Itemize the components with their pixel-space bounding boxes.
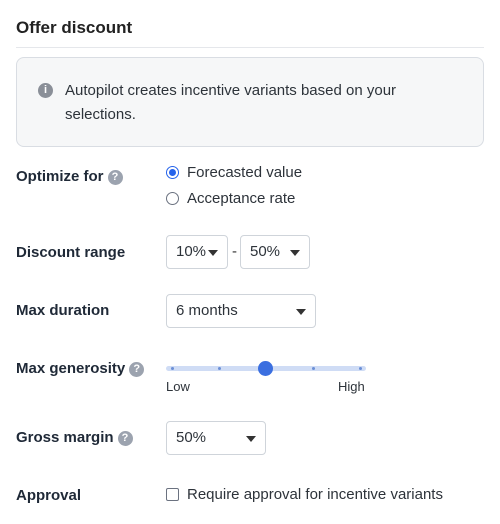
- approval-label: Approval: [16, 487, 82, 504]
- help-icon[interactable]: ?: [129, 362, 145, 377]
- optimize-for-label: Optimize for?: [16, 168, 123, 185]
- info-icon: i: [38, 83, 53, 98]
- require-approval-checkbox[interactable]: Require approval for incentive variants: [166, 486, 443, 503]
- title-divider: [16, 47, 484, 48]
- radio-unchecked-icon[interactable]: [166, 192, 179, 205]
- chevron-down-icon: [290, 250, 300, 256]
- chevron-down-icon: [208, 250, 218, 256]
- chevron-down-icon: [246, 436, 256, 442]
- checkbox-icon[interactable]: [166, 488, 179, 501]
- slider-tick: [312, 367, 315, 370]
- chevron-down-icon: [296, 309, 306, 315]
- slider-tick: [218, 367, 221, 370]
- radio-checked-icon[interactable]: [166, 166, 179, 179]
- slider-high-label: High: [338, 379, 365, 394]
- slider-low-label: Low: [166, 379, 190, 394]
- help-icon[interactable]: ?: [107, 170, 123, 185]
- slider-tick: [171, 367, 174, 370]
- max-duration-select[interactable]: 6 months: [166, 294, 316, 328]
- discount-range-label: Discount range: [16, 244, 126, 261]
- radio-forecasted-value[interactable]: Forecasted value: [166, 164, 302, 181]
- generosity-slider-handle[interactable]: [258, 361, 273, 376]
- page-title: Offer discount: [16, 18, 133, 37]
- discount-min-select[interactable]: 10%: [166, 235, 228, 269]
- slider-tick: [359, 367, 362, 370]
- gross-margin-select[interactable]: 50%: [166, 421, 266, 455]
- info-text: Autopilot creates incentive variants bas…: [65, 82, 397, 123]
- max-duration-label: Max duration: [16, 302, 110, 319]
- discount-max-select[interactable]: 50%: [240, 235, 310, 269]
- range-separator: -: [232, 243, 237, 260]
- max-generosity-label: Max generosity?: [16, 360, 145, 377]
- gross-margin-label: Gross margin?: [16, 429, 133, 446]
- help-icon[interactable]: ?: [117, 431, 133, 446]
- info-banner: i Autopilot creates incentive variants b…: [16, 57, 484, 147]
- radio-acceptance-rate[interactable]: Acceptance rate: [166, 190, 295, 207]
